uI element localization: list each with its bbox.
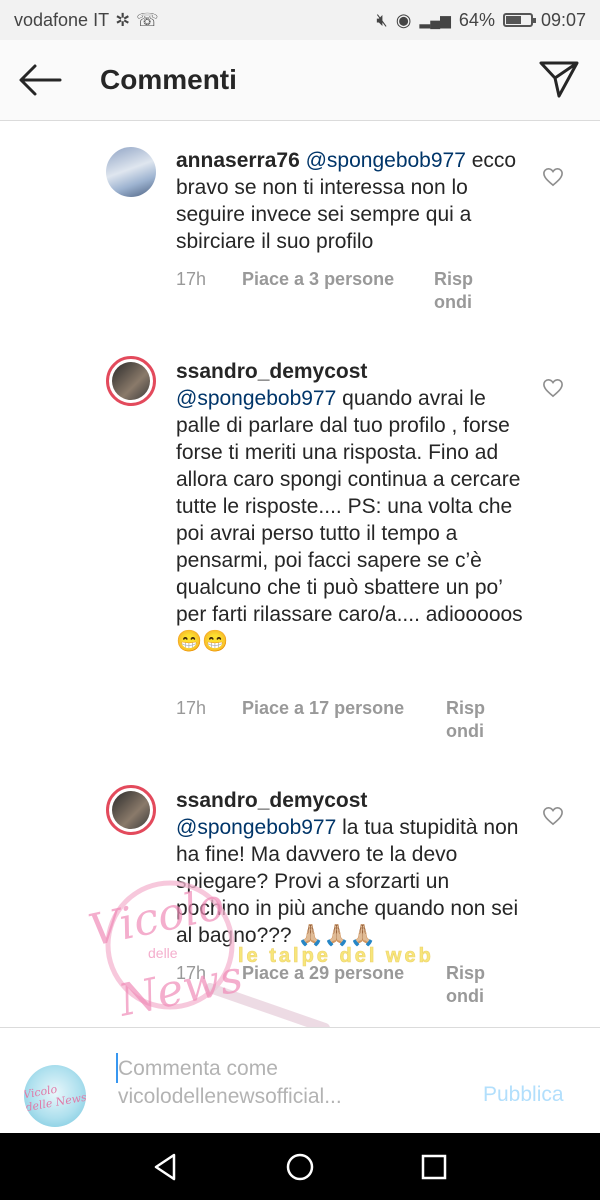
brightness-icon: ✲ bbox=[115, 9, 131, 30]
arrow-left-icon bbox=[19, 64, 62, 96]
comment-text: annaserra76 @spongebob977 ecco bravo se … bbox=[176, 147, 528, 255]
comment-time: 17h bbox=[176, 698, 207, 718]
reply-button[interactable]: Rispondi bbox=[434, 268, 482, 314]
comment-username[interactable]: annaserra76 bbox=[176, 149, 300, 172]
comment-username[interactable]: ssandro_demycost bbox=[176, 789, 367, 812]
reply-button[interactable]: Rispondi bbox=[446, 962, 494, 1008]
paper-plane-icon bbox=[539, 61, 579, 98]
comment-time: 17h bbox=[176, 269, 207, 289]
heart-icon[interactable] bbox=[542, 806, 564, 826]
comment-likes[interactable]: Piace a 29 persone bbox=[242, 962, 404, 985]
comment-input[interactable]: Commenta come vicolodellenewsofficial... bbox=[118, 1055, 458, 1111]
clock: 09:07 bbox=[540, 9, 586, 30]
signal-icon: ▂▄▆ bbox=[419, 11, 451, 28]
share-button[interactable] bbox=[538, 58, 580, 100]
comment-mention[interactable]: @spongebob977 bbox=[176, 387, 336, 410]
page-title: Commenti bbox=[100, 64, 237, 95]
back-triangle-icon[interactable] bbox=[150, 1151, 182, 1183]
battery-percent: 64% bbox=[458, 9, 495, 30]
comments-header: Commenti bbox=[0, 40, 600, 121]
eye-icon: ◉ bbox=[395, 9, 412, 30]
comment-text: ssandro_demycost @spongebob977 la tua st… bbox=[176, 787, 528, 949]
back-button[interactable] bbox=[18, 62, 62, 98]
comment-input-bar: Vicolo delle News Commenta come vicolode… bbox=[0, 1027, 600, 1134]
avatar[interactable] bbox=[106, 147, 156, 197]
recents-square-icon[interactable] bbox=[418, 1151, 450, 1183]
avatar: Vicolo delle News bbox=[24, 1065, 86, 1127]
avatar[interactable] bbox=[106, 785, 156, 835]
post-button[interactable]: Pubblica bbox=[483, 1083, 564, 1107]
heart-icon[interactable] bbox=[542, 378, 564, 398]
avatar[interactable] bbox=[106, 356, 156, 406]
avatar-logo-text: Vicolo delle News bbox=[24, 1082, 86, 1115]
comment-time: 17h bbox=[176, 963, 207, 983]
comment-username[interactable]: ssandro_demycost bbox=[176, 360, 367, 383]
missed-call-icon: ☏ bbox=[136, 9, 159, 30]
heart-icon[interactable] bbox=[542, 167, 564, 187]
comment-likes[interactable]: Piace a 17 persone bbox=[242, 697, 404, 720]
comment-mention[interactable]: @spongebob977 bbox=[176, 816, 336, 839]
carrier-label: vodafone IT bbox=[14, 9, 110, 30]
reply-button[interactable]: Rispondi bbox=[446, 697, 494, 743]
comment-likes[interactable]: Piace a 3 persone bbox=[242, 268, 394, 291]
comment-content: quando avrai le palle di parlare dal tuo… bbox=[176, 387, 523, 653]
comment-text: ssandro_demycost @spongebob977 quando av… bbox=[176, 358, 528, 655]
watermark-line2: delle bbox=[148, 945, 178, 961]
home-circle-icon[interactable] bbox=[284, 1151, 316, 1183]
battery-icon bbox=[502, 13, 536, 27]
navigation-bar bbox=[0, 1133, 600, 1200]
mute-icon: 🔇︎ bbox=[376, 9, 388, 30]
status-bar: vodafone IT ✲ ☏ 🔇︎ ◉ ▂▄▆ 64% 09:07 bbox=[0, 0, 600, 40]
comment-mention[interactable]: @spongebob977 bbox=[306, 149, 466, 172]
